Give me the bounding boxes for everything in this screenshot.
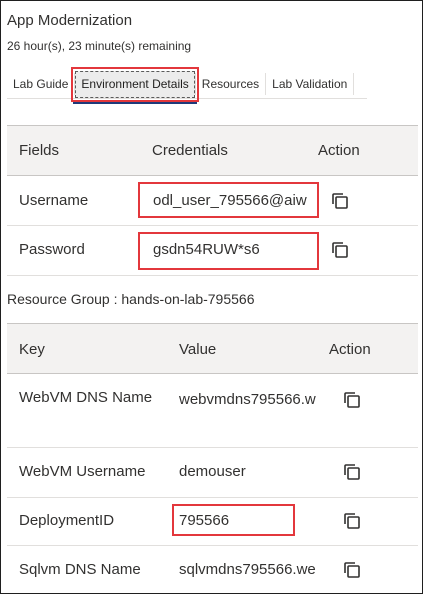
key-sqlvm-dns-name: Sqlvm DNS Name bbox=[19, 561, 141, 578]
copy-icon[interactable] bbox=[343, 391, 361, 409]
column-header-value: Value bbox=[179, 341, 217, 358]
tab-lab-validation[interactable]: Lab Validation bbox=[266, 72, 355, 95]
tab-lab-guide[interactable]: Lab Guide bbox=[7, 72, 76, 95]
column-header-fields: Fields bbox=[19, 142, 60, 159]
tab-label: Lab Validation bbox=[272, 76, 348, 91]
value-webvm-dns-name[interactable]: webvmdns795566.w bbox=[179, 391, 317, 408]
column-header-credentials: Credentials bbox=[152, 142, 228, 159]
value-webvm-username[interactable]: demouser bbox=[179, 463, 317, 480]
resource-table-header: Key Value Action bbox=[7, 324, 418, 374]
copy-icon[interactable] bbox=[331, 241, 349, 259]
table-row-webvm-username: WebVM Username demouser bbox=[7, 448, 418, 498]
key-webvm-dns-name: WebVM DNS Name bbox=[19, 389, 153, 406]
credentials-table: Fields Credentials Action Username odl_u… bbox=[7, 125, 418, 276]
column-header-action: Action bbox=[329, 341, 371, 358]
copy-icon[interactable] bbox=[343, 512, 361, 530]
table-row-deployment-id: DeploymentID 795566 bbox=[7, 498, 418, 546]
tab-label: Resources bbox=[201, 76, 260, 91]
key-deployment-id: DeploymentID bbox=[19, 512, 115, 529]
tab-environment-details[interactable]: Environment Details bbox=[71, 66, 199, 104]
copy-icon[interactable] bbox=[331, 192, 349, 210]
field-label-password: Password bbox=[19, 241, 85, 258]
copy-icon[interactable] bbox=[343, 463, 361, 481]
key-webvm-username: WebVM Username bbox=[19, 463, 146, 480]
time-remaining: 26 hour(s), 23 minute(s) remaining bbox=[7, 39, 192, 53]
table-row-sqlvm-dns: Sqlvm DNS Name sqlvmdns795566.we bbox=[7, 546, 418, 593]
credentials-table-header: Fields Credentials Action bbox=[7, 126, 418, 176]
table-row-password: Password gsdn54RUW*s6 bbox=[7, 226, 418, 276]
lab-panel: App Modernization 26 hour(s), 23 minute(… bbox=[0, 0, 423, 594]
table-row-webvm-dns: WebVM DNS Name webvmdns795566.w bbox=[7, 374, 418, 448]
column-header-action: Action bbox=[318, 142, 360, 159]
tab-resources[interactable]: Resources bbox=[196, 72, 267, 95]
active-tab-indicator bbox=[73, 101, 197, 104]
resource-group-label: Resource Group : hands-on-lab-795566 bbox=[7, 291, 255, 307]
column-header-key: Key bbox=[19, 341, 45, 358]
tab-label: Environment Details bbox=[81, 76, 189, 91]
tab-label: Lab Guide bbox=[13, 76, 69, 91]
resource-table: Key Value Action WebVM DNS Name webvmdns… bbox=[7, 323, 418, 593]
value-deployment-id[interactable]: 795566 bbox=[179, 512, 289, 529]
value-sqlvm-dns-name[interactable]: sqlvmdns795566.we bbox=[179, 561, 317, 578]
field-label-username: Username bbox=[19, 192, 89, 209]
app-title: App Modernization bbox=[7, 12, 133, 29]
copy-icon[interactable] bbox=[343, 561, 361, 579]
table-row-username: Username odl_user_795566@aiw bbox=[7, 176, 418, 226]
password-value[interactable]: gsdn54RUW*s6 bbox=[153, 241, 313, 258]
username-value[interactable]: odl_user_795566@aiw bbox=[153, 192, 313, 209]
tab-bar: Lab Guide Environment Details Resources … bbox=[7, 66, 367, 104]
